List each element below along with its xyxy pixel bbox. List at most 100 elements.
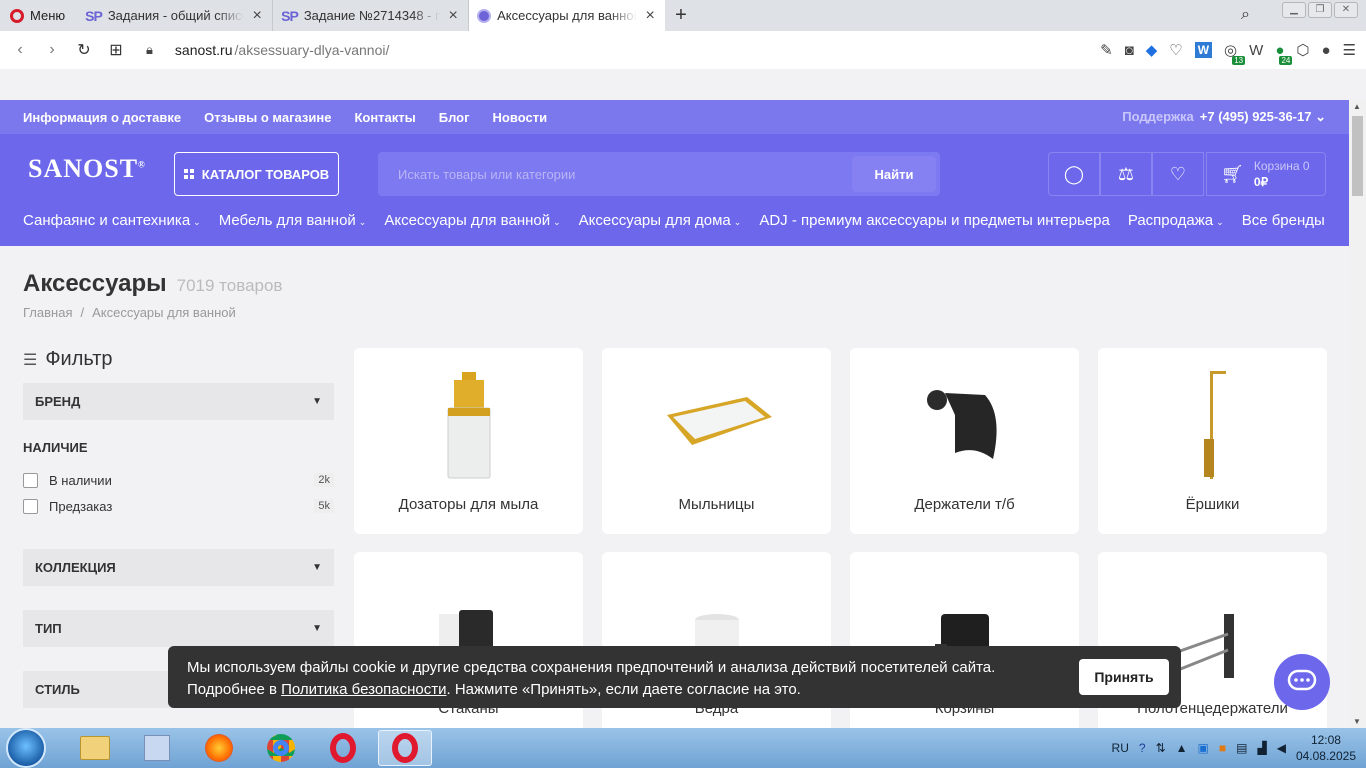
tab-label: Задание №2714348 - про [303, 8, 441, 23]
extension-badge-icon[interactable]: ● 24 [1275, 42, 1293, 65]
start-button[interactable] [6, 728, 46, 768]
signal-icon[interactable]: ▟ [1257, 741, 1266, 755]
maximize-button[interactable]: ❐ [1308, 2, 1332, 18]
category-card[interactable]: Мыльницы [602, 348, 831, 534]
network-icon[interactable]: ⇅ [1156, 741, 1166, 755]
accept-cookies-button[interactable]: Принять [1079, 659, 1169, 695]
new-tab-button[interactable]: + [665, 4, 697, 27]
search-button[interactable]: Найти [852, 156, 936, 192]
media-player-icon [144, 735, 170, 761]
page-scrollbar[interactable]: ▲ ▼ [1349, 100, 1366, 728]
nav-item-home-accessories[interactable]: Аксессуары для дома ⌄ [579, 212, 742, 229]
chat-button[interactable] [1274, 654, 1330, 710]
scroll-down-arrow-icon[interactable]: ▼ [1353, 717, 1361, 726]
category-card[interactable]: Ведра [602, 552, 831, 738]
checkbox[interactable] [23, 472, 38, 488]
cart-button[interactable]: 🛒︎ Корзина 0 0₽ [1206, 152, 1326, 196]
close-window-button[interactable]: ✕ [1334, 2, 1358, 18]
system-tray: RU ? ⇅ ▲ ▣ ■ ▤ ▟ ◀ 12:08 04.08.2025 [1112, 732, 1366, 764]
easy-setup-icon[interactable]: ☰ [1343, 41, 1356, 59]
app-tray-icon[interactable]: ■ [1219, 741, 1226, 755]
favorites-icon[interactable]: ♡ [1152, 152, 1204, 196]
close-tab-icon[interactable]: × [250, 7, 264, 25]
reload-icon[interactable]: ↻ [68, 40, 100, 60]
scroll-up-arrow-icon[interactable]: ▲ [1353, 102, 1361, 111]
support-phone[interactable]: Поддержка +7 (495) 925-36-17 ⌄ [1122, 109, 1326, 125]
close-tab-icon[interactable]: × [643, 7, 657, 25]
filter-collection[interactable]: КОЛЛЕКЦИЯ ▼ [23, 549, 334, 586]
show-hidden-icons-icon[interactable]: ▲ [1176, 741, 1188, 755]
close-tab-icon[interactable]: × [446, 7, 460, 25]
filter-preorder[interactable]: Предзаказ 5k [23, 493, 334, 519]
camera-icon[interactable]: ◙ [1125, 42, 1134, 59]
category-card[interactable]: Стаканы [354, 552, 583, 738]
sp-favicon-icon: SP [281, 7, 299, 24]
speed-dial-icon[interactable]: ⊞ [100, 40, 132, 60]
word-extension-icon[interactable]: W [1194, 42, 1213, 58]
filter-type[interactable]: ТИП ▼ [23, 610, 334, 647]
news-link[interactable]: Новости [493, 110, 548, 125]
wiki-extension-icon[interactable]: W [1249, 42, 1263, 59]
tab-search-icon[interactable]: ⌕ [1241, 6, 1250, 24]
category-card[interactable]: Дозаторы для мыла [354, 348, 583, 534]
checkbox[interactable] [23, 498, 38, 514]
edit-icon[interactable]: ✎ [1100, 41, 1113, 59]
nav-item-adj[interactable]: ADJ - премиум аксессуары и предметы инте… [759, 212, 1110, 229]
extensions-area: ✎ ◙ ◆ ♡ W ◎ 13 W ● 24 ⬡ ● ☰ [1100, 31, 1356, 69]
category-card[interactable]: Корзины [850, 552, 1079, 738]
extension-badge-icon[interactable]: ◎ 13 [1224, 41, 1246, 65]
nav-item-all-brands[interactable]: Все бренды [1242, 212, 1325, 229]
browser-tab[interactable]: SP Задание №2714348 - про × [273, 0, 470, 31]
cube-icon[interactable]: ⬡ [1296, 41, 1309, 59]
help-icon[interactable]: ? [1139, 741, 1146, 755]
chevron-down-icon: ⌄ [1216, 217, 1224, 227]
cookie-text-line2: Подробнее в Политика безопасности. Нажми… [187, 681, 801, 698]
reviews-link[interactable]: Отзывы о магазине [204, 110, 331, 125]
browser-tab-active[interactable]: Аксессуары для ванной и × [469, 0, 666, 31]
category-card[interactable]: Ёршики [1098, 348, 1327, 534]
compare-icon[interactable]: ⚖︎ [1100, 152, 1152, 196]
lock-icon[interactable]: 🔒︎ [146, 42, 153, 58]
contacts-link[interactable]: Контакты [354, 110, 415, 125]
heart-icon[interactable]: ♡ [1169, 41, 1182, 59]
nav-item-sanitary[interactable]: Санфаянс и сантехника ⌄ [23, 212, 201, 229]
blog-link[interactable]: Блог [439, 110, 470, 125]
shield-icon[interactable]: ◆ [1146, 41, 1158, 59]
taskbar-media-player[interactable] [130, 730, 184, 766]
cart-text: Корзина 0 0₽ [1254, 158, 1310, 190]
nav-item-bath-accessories[interactable]: Аксессуары для ванной ⌄ [384, 212, 560, 229]
filter-in-stock[interactable]: В наличии 2k [23, 467, 334, 493]
breadcrumb-home[interactable]: Главная [23, 305, 72, 320]
nav-item-furniture[interactable]: Мебель для ванной ⌄ [219, 212, 367, 229]
url-field[interactable]: sanost.ru/aksessuary-dlya-vannoi/ [175, 42, 389, 58]
catalog-button[interactable]: КАТАЛОГ ТОВАРОВ [174, 152, 339, 196]
account-icon[interactable]: ◯ [1048, 152, 1100, 196]
minimize-button[interactable]: ▁ [1282, 2, 1306, 18]
back-icon[interactable]: ‹ [4, 41, 36, 59]
profile-icon[interactable]: ● [1321, 42, 1330, 59]
clipboard-icon[interactable]: ▤ [1236, 741, 1247, 755]
category-card[interactable]: Полотенцедержатели [1098, 552, 1327, 738]
scrollbar-thumb[interactable] [1352, 116, 1363, 196]
taskbar-explorer[interactable] [68, 730, 122, 766]
taskbar-opera-active[interactable] [378, 730, 432, 766]
category-card[interactable]: Держатели т/б [850, 348, 1079, 534]
screen-icon[interactable]: ▣ [1198, 741, 1209, 755]
breadcrumb-current[interactable]: Аксессуары для ванной [92, 305, 236, 320]
delivery-info-link[interactable]: Информация о доставке [23, 110, 181, 125]
nav-item-sale[interactable]: Распродажа ⌄ [1128, 212, 1224, 229]
volume-icon[interactable]: ◀ [1277, 741, 1286, 755]
site-logo[interactable]: SANOST® [28, 154, 146, 184]
taskbar-firefox[interactable] [192, 730, 246, 766]
tab-label: Аксессуары для ванной и [497, 8, 638, 23]
privacy-policy-link[interactable]: Политика безопасности [281, 681, 446, 698]
browser-tab[interactable]: SP Задания - общий список s × [77, 0, 274, 31]
language-indicator[interactable]: RU [1112, 741, 1129, 755]
clock[interactable]: 12:08 04.08.2025 [1296, 732, 1356, 764]
filter-brand[interactable]: БРЕНД ▼ [23, 383, 334, 420]
search-input[interactable] [378, 166, 852, 182]
taskbar-chrome[interactable] [254, 730, 308, 766]
opera-menu-button[interactable]: Меню [0, 0, 77, 31]
taskbar-opera[interactable] [316, 730, 370, 766]
forward-icon[interactable]: › [36, 41, 68, 59]
